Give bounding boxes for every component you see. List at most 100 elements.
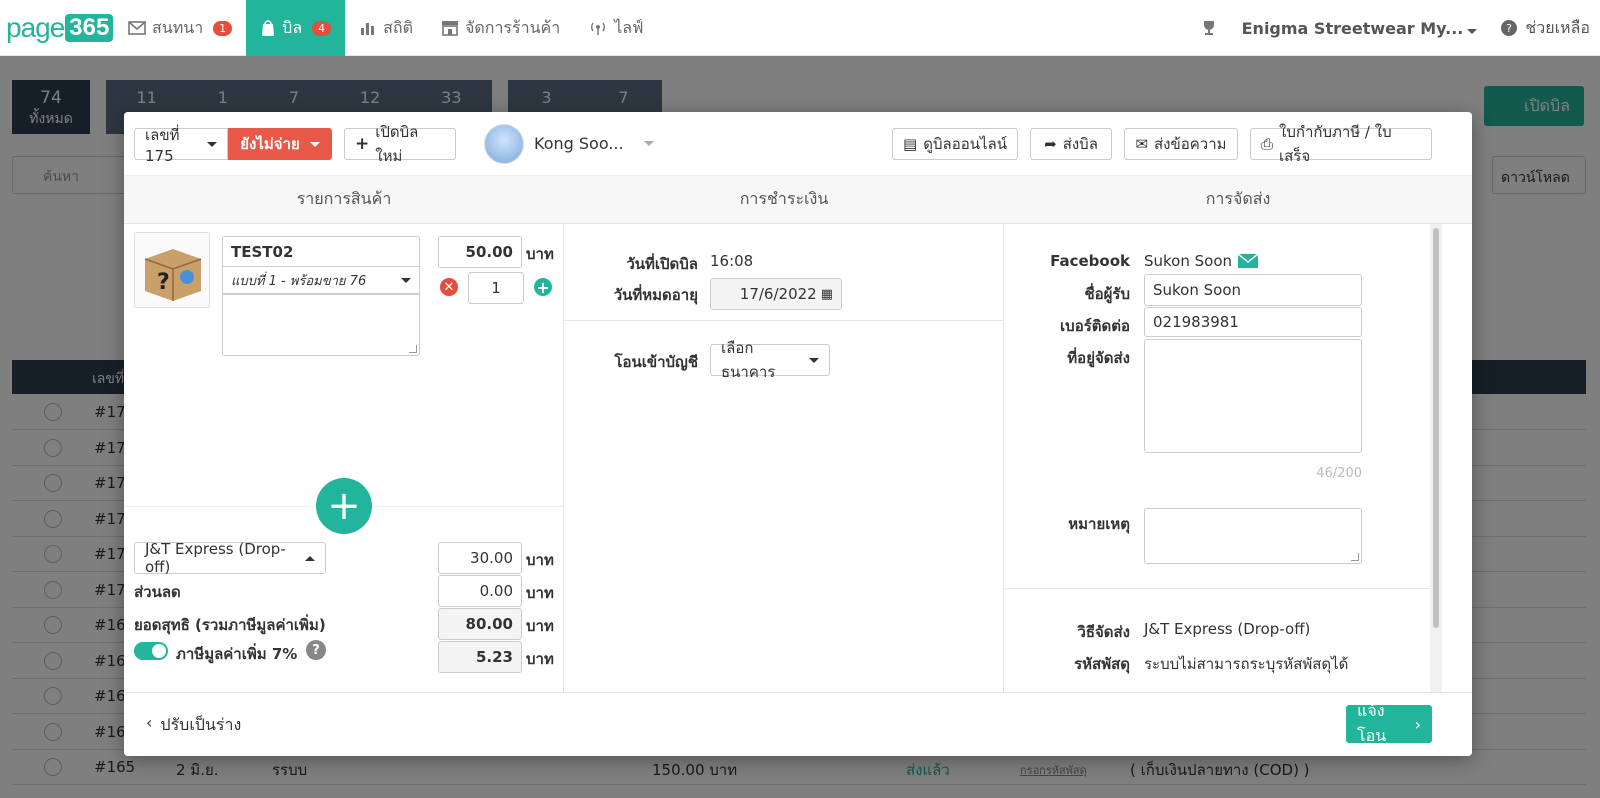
customer-selector[interactable]: Kong Soo...	[534, 134, 654, 153]
bill-badge: 4	[312, 20, 332, 36]
bill-number-dropdown[interactable]: เลขที่ 175	[134, 126, 228, 165]
tracking-label: รหัสพัสดุ	[1074, 655, 1130, 673]
address-char-count: 46/200	[1316, 466, 1362, 481]
mystery-box-icon: ?	[144, 249, 202, 301]
bill-modal: เลขที่ 175 ยังไม่จ่าย + เปิดบิลใหม่ Kong …	[124, 112, 1472, 756]
page365-logo[interactable]: page 365	[6, 12, 114, 44]
store-switcher[interactable]: Enigma Streetwear My...	[1242, 19, 1478, 38]
net-total-value: 80.00	[438, 608, 522, 640]
scrollbar-thumb[interactable]	[1433, 228, 1439, 628]
note-label: หมายเหตุ	[1068, 515, 1130, 533]
broadcast-icon	[591, 22, 606, 35]
nav-item-store[interactable]: จัดการร้านค้า	[427, 0, 574, 56]
new-bill-button[interactable]: + เปิดบิลใหม่	[344, 123, 456, 165]
svg-text:?: ?	[157, 270, 170, 295]
vat-label: ภาษีมูลค่าเพิ่ม 7%	[176, 645, 298, 663]
product-price-input[interactable]: 50.00	[438, 236, 522, 268]
discount-input[interactable]: 0.00	[438, 575, 522, 607]
add-product-button[interactable]: +	[316, 478, 372, 534]
resize-grip[interactable]	[1351, 553, 1359, 561]
envelope-icon	[128, 21, 146, 35]
payment-column: วันที่เปิดบิล 16:08 วันที่หมดอายุ 17/6/2…	[564, 224, 1004, 692]
section-payment-title: การชำระเงิน	[564, 176, 1004, 224]
ship-method-value: J&T Express (Drop-off)	[1144, 620, 1311, 638]
chevron-left-icon: ‹	[146, 713, 153, 732]
variant-select[interactable]: แบบที่ 1 - พร้อมขาย 76	[222, 266, 420, 294]
open-time-value: 16:08	[710, 252, 754, 270]
nav-right: Enigma Streetwear My... ? ช่วยเหลือ	[1200, 0, 1590, 56]
section-products-title: รายการสินค้า	[124, 176, 564, 224]
bag-icon	[262, 20, 275, 36]
bar-chart-icon	[361, 23, 375, 35]
notify-transfer-button[interactable]: แจ้งโอน ›	[1346, 701, 1432, 745]
nav-item-live[interactable]: ไลฟ์	[574, 0, 657, 56]
discount-label: ส่วนลด	[134, 583, 181, 601]
chevron-down-icon	[1467, 28, 1478, 34]
chevron-up-icon	[305, 555, 315, 561]
chevron-right-icon: ›	[1414, 714, 1421, 734]
net-total-unit: บาท	[526, 617, 554, 635]
phone-input[interactable]: 021983981	[1144, 307, 1362, 337]
view-online-button[interactable]: ▤ ดูบิลออนไลน์	[892, 128, 1018, 160]
nav-item-stats[interactable]: สถิติ	[345, 0, 427, 56]
chevron-down-icon	[809, 357, 819, 363]
payment-divider	[564, 320, 1004, 321]
clipboard-icon: ▤	[903, 135, 918, 153]
toggle-knob	[152, 644, 166, 658]
recipient-input[interactable]: Sukon Soon	[1144, 274, 1362, 306]
printer-icon: ⎙	[1261, 135, 1274, 153]
send-bill-button[interactable]: ➦ ส่งบิล	[1030, 128, 1112, 160]
payment-status-dropdown[interactable]: ยังไม่จ่าย	[228, 128, 332, 160]
chevron-down-icon	[401, 277, 411, 283]
modal-footer: ‹ ปรับเป็นร่าง แจ้งโอน ›	[124, 692, 1472, 756]
remove-item-icon[interactable]: ✕	[440, 278, 458, 296]
open-date-label: วันที่เปิดบิล	[626, 255, 698, 273]
address-label: ที่อยู่จัดส่ง	[1067, 349, 1130, 367]
ship-method-label: วิธีจัดส่ง	[1077, 623, 1130, 641]
shipping-column: Facebook Sukon Soon ชื่อผู้รับ Sukon Soo…	[1004, 224, 1430, 692]
expire-date-label: วันที่หมดอายุ	[613, 286, 698, 304]
trophy-icon[interactable]	[1200, 19, 1218, 37]
shipping-fee-unit: บาท	[526, 551, 554, 569]
vat-toggle[interactable]	[134, 642, 168, 660]
top-navbar: page 365 สนทนา 1 บิล 4 สถิติ จัดการร้านค…	[0, 0, 1600, 56]
product-name-input[interactable]: TEST02	[222, 236, 420, 266]
nav-item-chat[interactable]: สนทนา 1	[114, 0, 246, 56]
facebook-name: Sukon Soon	[1144, 252, 1259, 270]
customer-avatar[interactable]	[484, 124, 524, 164]
add-quantity-icon[interactable]: +	[534, 278, 552, 297]
facebook-label: Facebook	[1050, 252, 1130, 270]
message-icon[interactable]	[1238, 254, 1259, 268]
chat-badge: 1	[213, 20, 233, 36]
shipping-divider	[1004, 588, 1430, 589]
tracking-value: ระบบไม่สามารถระบุรหัสพัสดุได้	[1144, 655, 1349, 673]
address-textarea[interactable]	[1144, 339, 1362, 453]
product-note-textarea[interactable]	[222, 294, 420, 356]
envelope-icon: ✉	[1135, 135, 1149, 153]
bank-select[interactable]: เลือกธนาคาร	[710, 339, 830, 381]
share-icon: ➦	[1044, 135, 1057, 153]
shipping-method-dropdown[interactable]: J&T Express (Drop-off)	[134, 540, 326, 576]
plus-icon: +	[355, 134, 370, 154]
discount-unit: บาท	[526, 584, 554, 602]
help-link[interactable]: ? ช่วยเหลือ	[1501, 16, 1590, 41]
modal-toolbar: เลขที่ 175 ยังไม่จ่าย + เปิดบิลใหม่ Kong …	[124, 112, 1472, 176]
question-circle-icon: ?	[1501, 20, 1518, 36]
resize-grip[interactable]	[409, 345, 417, 353]
store-icon	[441, 21, 458, 36]
quantity-input[interactable]: 1	[468, 272, 524, 304]
vat-help-icon[interactable]: ?	[306, 640, 326, 660]
note-textarea[interactable]	[1144, 508, 1362, 564]
net-total-label: ยอดสุทธิ (รวมภาษีมูลค่าเพิ่ม)	[134, 616, 326, 634]
vat-value: 5.23	[438, 641, 522, 673]
tax-invoice-button[interactable]: ⎙ ใบกำกับภาษี / ใบเสร็จ	[1250, 123, 1432, 165]
shipping-fee-input[interactable]: 30.00	[438, 542, 522, 574]
chevron-down-icon	[309, 141, 320, 147]
draft-button[interactable]: ‹ ปรับเป็นร่าง	[146, 713, 241, 738]
nav-item-bill[interactable]: บิล 4	[246, 0, 346, 56]
chevron-down-icon	[643, 141, 654, 146]
shipping-scrollbar[interactable]	[1430, 224, 1442, 692]
send-message-button[interactable]: ✉ ส่งข้อความ	[1124, 128, 1238, 160]
recipient-label: ชื่อผู้รับ	[1084, 285, 1130, 303]
expire-date-input[interactable]: 17/6/2022 ▦	[710, 278, 842, 310]
